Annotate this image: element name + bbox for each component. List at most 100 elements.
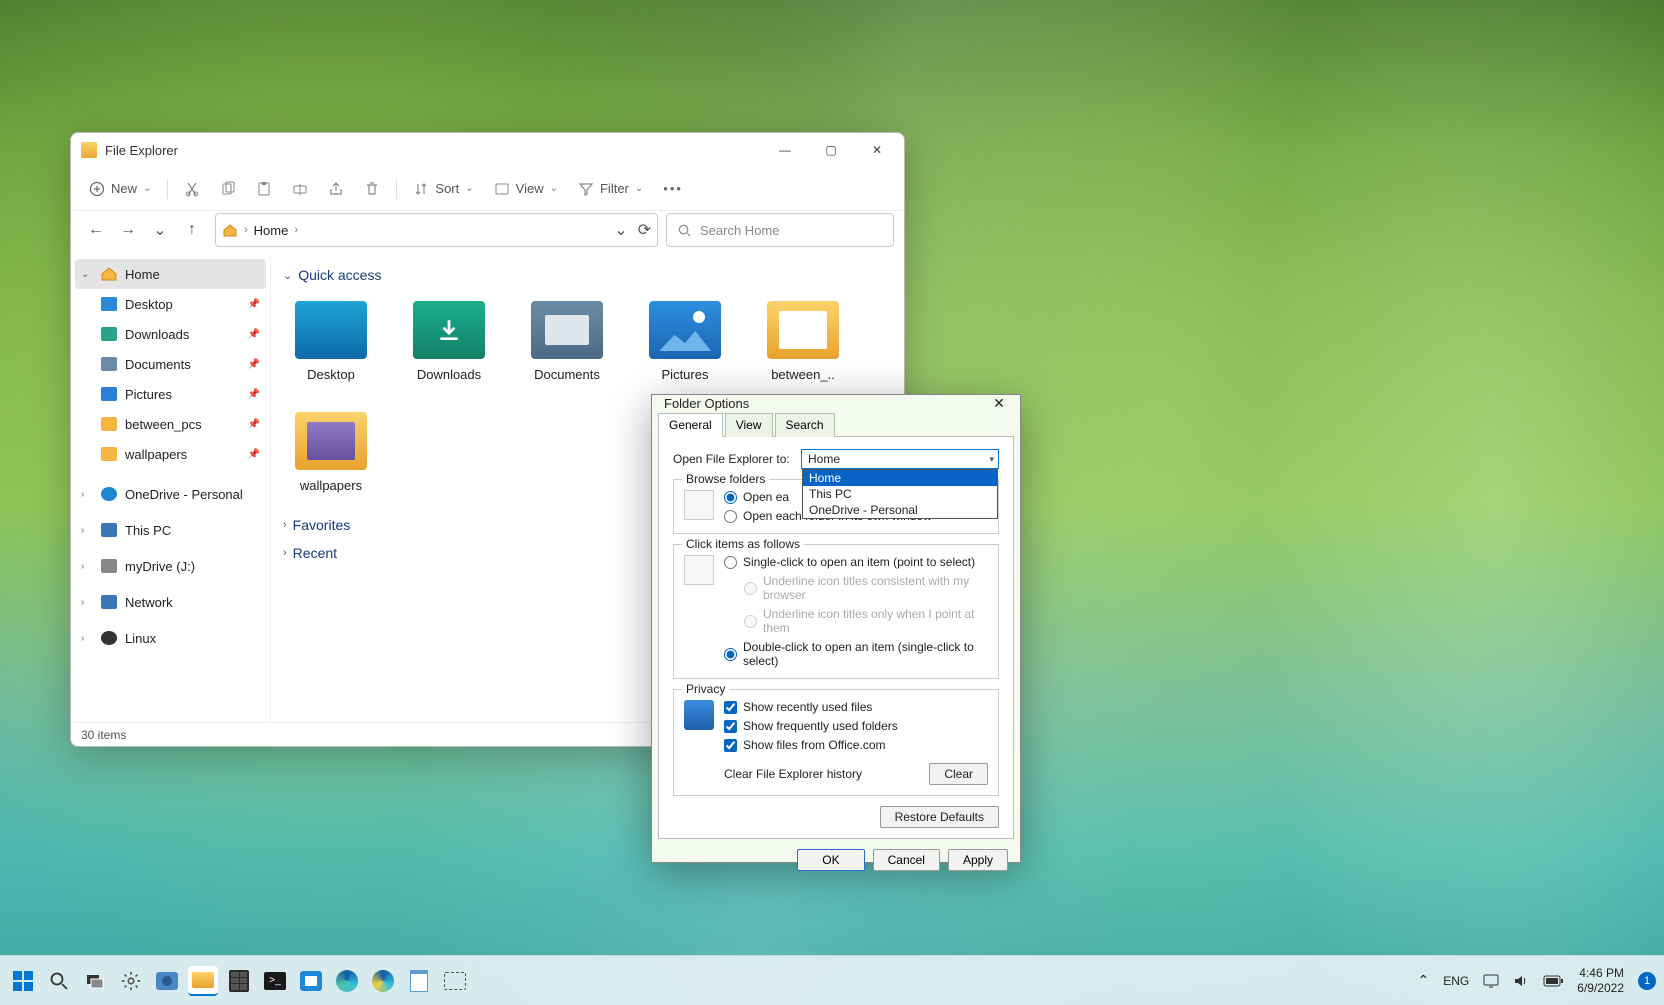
- tile-label: wallpapers: [300, 478, 362, 493]
- group-label: Favorites: [293, 517, 351, 533]
- tile-between-pcs[interactable]: between_..: [759, 301, 847, 382]
- sidebar-item-documents[interactable]: Documents📌: [71, 349, 270, 379]
- forward-button[interactable]: →: [113, 215, 143, 245]
- ok-button[interactable]: OK: [797, 849, 864, 871]
- sidebar-item-label: Linux: [125, 631, 156, 646]
- sidebar-item-mydrive[interactable]: ›myDrive (J:): [71, 551, 270, 581]
- tile-documents[interactable]: Documents: [523, 301, 611, 382]
- minimize-button[interactable]: —: [762, 134, 808, 166]
- cut-button[interactable]: [176, 173, 208, 205]
- clock[interactable]: 4:46 PM 6/9/2022: [1577, 966, 1624, 995]
- taskbar-explorer[interactable]: [188, 966, 218, 996]
- address-bar[interactable]: › Home › ⌄ ⟳: [215, 213, 658, 247]
- sidebar-item-pictures[interactable]: Pictures📌: [71, 379, 270, 409]
- taskbar-edge-canary[interactable]: [368, 966, 398, 996]
- sidebar-item-linux[interactable]: ›Linux: [71, 623, 270, 653]
- view-icon: [494, 181, 510, 197]
- sidebar-item-wallpapers[interactable]: wallpapers📌: [71, 439, 270, 469]
- taskbar-camera[interactable]: [152, 966, 182, 996]
- volume-icon[interactable]: [1513, 974, 1529, 988]
- taskbar-notepad[interactable]: [404, 966, 434, 996]
- dropdown-option-this-pc[interactable]: This PC: [803, 486, 997, 502]
- sidebar-item-desktop[interactable]: Desktop📌: [71, 289, 270, 319]
- restore-defaults-button[interactable]: Restore Defaults: [880, 806, 999, 828]
- search-input[interactable]: Search Home: [666, 213, 894, 247]
- taskbar-snip[interactable]: [440, 966, 470, 996]
- copy-button[interactable]: [212, 173, 244, 205]
- radio-double-click[interactable]: Double-click to open an item (single-cli…: [724, 640, 988, 668]
- sidebar-item-label: This PC: [125, 523, 171, 538]
- tray-overflow[interactable]: ⌃: [1418, 972, 1430, 989]
- refresh-button[interactable]: ⟳: [638, 220, 651, 240]
- start-button[interactable]: [8, 966, 38, 996]
- clear-button[interactable]: Clear: [929, 763, 988, 785]
- taskbar-terminal[interactable]: >_: [260, 966, 290, 996]
- quick-access-header[interactable]: ⌄Quick access: [283, 261, 892, 289]
- notification-badge[interactable]: 1: [1638, 972, 1656, 990]
- more-button[interactable]: •••: [655, 173, 691, 205]
- taskbar-calculator[interactable]: [224, 966, 254, 996]
- cancel-button[interactable]: Cancel: [873, 849, 940, 871]
- battery-icon[interactable]: [1543, 975, 1563, 987]
- sidebar-item-between-pcs[interactable]: between_pcs📌: [71, 409, 270, 439]
- check-office-files[interactable]: Show files from Office.com: [724, 738, 988, 752]
- delete-button[interactable]: [356, 173, 388, 205]
- sort-button[interactable]: Sort⌄: [405, 173, 481, 205]
- sidebar-item-home[interactable]: ⌄ Home: [75, 259, 266, 289]
- tile-pictures[interactable]: Pictures: [641, 301, 729, 382]
- tile-desktop[interactable]: Desktop: [287, 301, 375, 382]
- taskbar-task-view[interactable]: [80, 966, 110, 996]
- recent-locations-button[interactable]: ⌄: [145, 215, 175, 245]
- breadcrumb[interactable]: Home: [254, 223, 289, 238]
- open-to-dropdown[interactable]: Home ▾ Home This PC OneDrive - Personal: [801, 449, 999, 469]
- taskbar-search[interactable]: [44, 966, 74, 996]
- group-title: Browse folders: [682, 472, 769, 486]
- tile-label: Desktop: [307, 367, 355, 382]
- sidebar-item-label: Pictures: [125, 387, 172, 402]
- rename-button[interactable]: [284, 173, 316, 205]
- taskbar-settings[interactable]: [116, 966, 146, 996]
- new-button[interactable]: New ⌄: [81, 173, 159, 205]
- sidebar-item-onedrive[interactable]: ›OneDrive - Personal: [71, 479, 270, 509]
- paste-icon: [256, 181, 272, 197]
- up-button[interactable]: ↑: [177, 215, 207, 245]
- sidebar-item-network[interactable]: ›Network: [71, 587, 270, 617]
- dialog-title: Folder Options: [664, 396, 984, 411]
- titlebar[interactable]: File Explorer — ▢ ✕: [71, 133, 904, 167]
- check-label: Show recently used files: [743, 700, 872, 714]
- filter-button[interactable]: Filter⌄: [570, 173, 651, 205]
- home-icon: [222, 222, 238, 238]
- taskbar-edge[interactable]: [332, 966, 362, 996]
- share-button[interactable]: [320, 173, 352, 205]
- taskbar-store[interactable]: [296, 966, 326, 996]
- radio-label: Underline icon titles consistent with my…: [763, 574, 988, 602]
- tab-search[interactable]: Search: [775, 413, 835, 437]
- maximize-button[interactable]: ▢: [808, 134, 854, 166]
- view-button[interactable]: View⌄: [486, 173, 566, 205]
- tile-downloads[interactable]: Downloads: [405, 301, 493, 382]
- dropdown-option-home[interactable]: Home: [803, 470, 997, 486]
- check-frequent-folders[interactable]: Show frequently used folders: [724, 719, 988, 733]
- sidebar-item-label: between_pcs: [125, 417, 202, 432]
- address-dropdown[interactable]: ⌄: [614, 220, 627, 240]
- browse-folders-icon: [684, 490, 714, 520]
- paste-button[interactable]: [248, 173, 280, 205]
- tab-view[interactable]: View: [725, 413, 773, 437]
- tile-wallpapers[interactable]: wallpapers: [287, 412, 375, 493]
- radio-single-click[interactable]: Single-click to open an item (point to s…: [724, 555, 988, 569]
- close-button[interactable]: ✕: [984, 395, 1014, 412]
- dropdown-option-onedrive[interactable]: OneDrive - Personal: [803, 502, 997, 518]
- sidebar-item-downloads[interactable]: Downloads📌: [71, 319, 270, 349]
- apply-button[interactable]: Apply: [948, 849, 1008, 871]
- check-recent-files[interactable]: Show recently used files: [724, 700, 988, 714]
- back-button[interactable]: ←: [81, 215, 111, 245]
- sidebar-item-this-pc[interactable]: ›This PC: [71, 515, 270, 545]
- close-button[interactable]: ✕: [854, 134, 900, 166]
- radio-label: Double-click to open an item (single-cli…: [743, 640, 988, 668]
- filter-icon: [578, 181, 594, 197]
- sidebar-item-label: Network: [125, 595, 173, 610]
- tab-general[interactable]: General: [658, 413, 723, 437]
- network-icon[interactable]: [1483, 974, 1499, 988]
- language-indicator[interactable]: ENG: [1443, 974, 1469, 988]
- dialog-titlebar[interactable]: Folder Options ✕: [652, 395, 1020, 412]
